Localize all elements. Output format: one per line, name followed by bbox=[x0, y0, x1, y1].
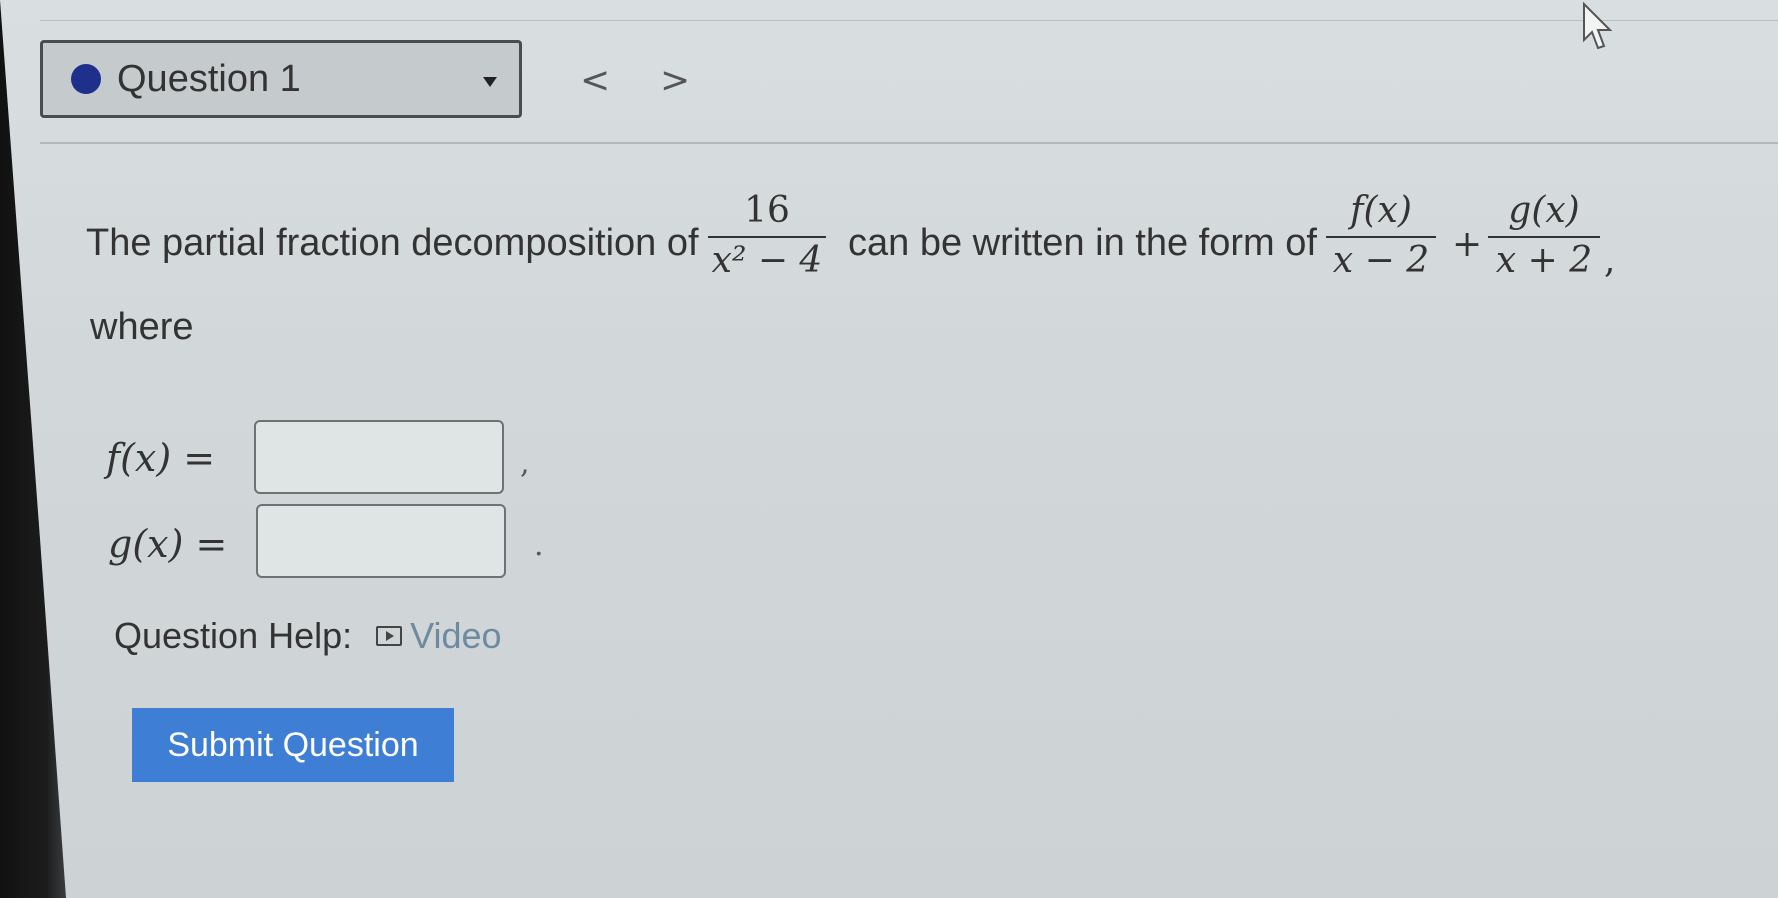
given-numerator: 16 bbox=[744, 190, 790, 231]
form-term-1-numerator: f(x) bbox=[1350, 190, 1412, 231]
previous-question-button[interactable]: < bbox=[580, 60, 610, 101]
trailing-comma: , bbox=[1604, 240, 1616, 281]
f-of-x-label: f(x) = bbox=[106, 436, 216, 480]
next-question-button[interactable]: > bbox=[660, 60, 690, 101]
g-input-punctuation: . bbox=[534, 528, 544, 563]
question-status-icon bbox=[71, 64, 101, 94]
g-of-x-input[interactable] bbox=[256, 504, 506, 578]
g-of-x-label: g(x) = bbox=[108, 522, 228, 566]
question-help-label: Question Help: bbox=[114, 615, 353, 656]
fraction-bar bbox=[708, 236, 826, 238]
video-icon[interactable] bbox=[376, 626, 403, 646]
form-term-2: g(x) x + 2 bbox=[1488, 190, 1600, 284]
top-divider bbox=[40, 20, 1778, 21]
given-denominator: x² − 4 bbox=[711, 240, 823, 281]
problem-middle-text: can be written in the form of bbox=[848, 222, 1317, 264]
form-term-1-denominator: x − 2 bbox=[1332, 240, 1430, 281]
mouse-cursor-icon bbox=[1583, 2, 1613, 50]
problem-statement: The partial fraction decomposition of 16… bbox=[86, 190, 1766, 300]
chevron-down-icon bbox=[483, 77, 497, 87]
video-help-link[interactable]: Video bbox=[410, 615, 501, 657]
given-fraction: 16 x² − 4 bbox=[708, 190, 826, 284]
problem-lead-text: The partial fraction decomposition of bbox=[86, 222, 699, 264]
f-input-punctuation: , bbox=[520, 446, 530, 481]
question-help: Question Help: Video bbox=[114, 615, 502, 657]
fraction-bar bbox=[1488, 236, 1600, 238]
question-selector-dropdown[interactable]: Question 1 bbox=[40, 40, 522, 118]
form-term-2-numerator: g(x) bbox=[1508, 190, 1580, 231]
where-text: where bbox=[90, 306, 194, 348]
question-selector-label: Question 1 bbox=[117, 57, 301, 100]
fraction-bar bbox=[1326, 236, 1436, 238]
submit-question-button[interactable]: Submit Question bbox=[132, 708, 454, 782]
form-term-2-denominator: x + 2 bbox=[1495, 240, 1593, 281]
plus-sign: + bbox=[1452, 224, 1483, 265]
f-of-x-input[interactable] bbox=[254, 420, 504, 494]
section-divider bbox=[40, 142, 1778, 144]
page: Question 1 < > The partial fraction deco… bbox=[0, 0, 1778, 898]
form-term-1: f(x) x − 2 bbox=[1326, 190, 1436, 284]
